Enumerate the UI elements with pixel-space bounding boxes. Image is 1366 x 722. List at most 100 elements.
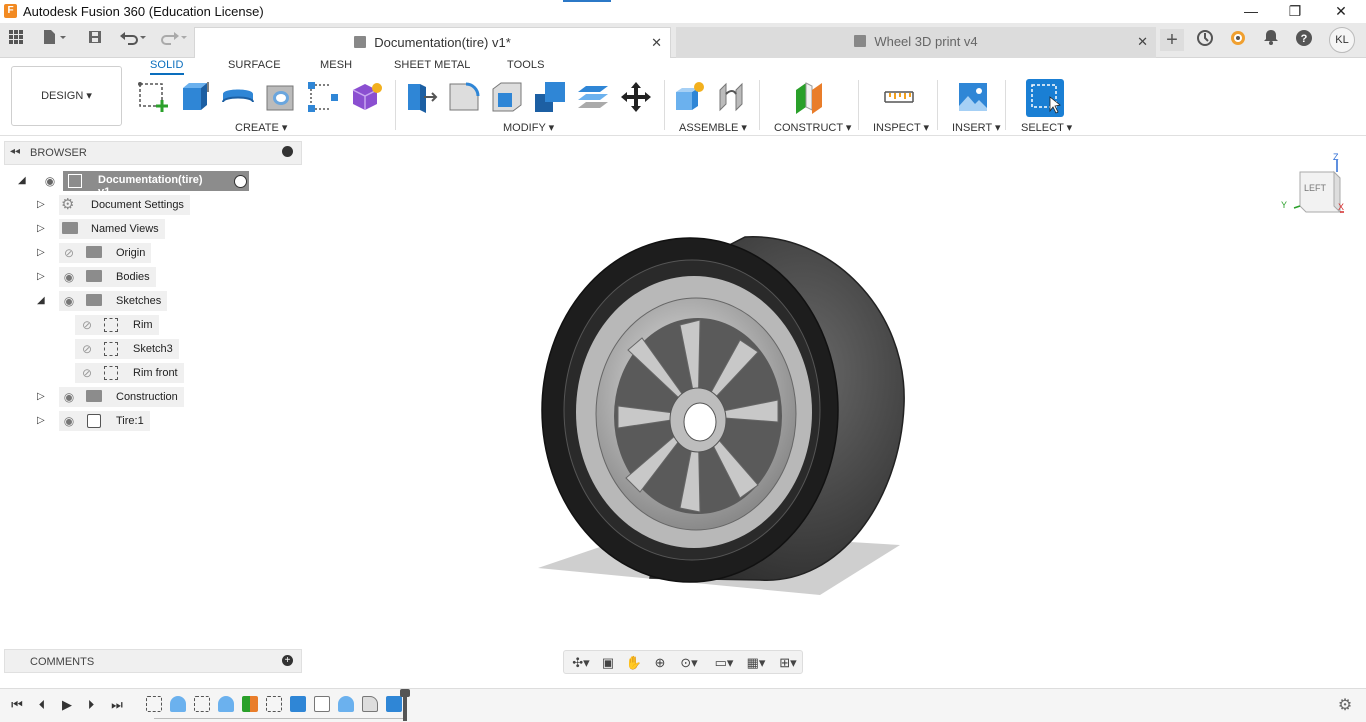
file-menu-icon[interactable] xyxy=(38,29,70,51)
visibility-eye-icon[interactable]: ◉ xyxy=(42,173,58,189)
tab-tools[interactable]: TOOLS xyxy=(507,59,545,71)
expand-triangle-icon[interactable]: ▷ xyxy=(37,195,51,215)
collapse-triangle-icon[interactable]: ◢ xyxy=(37,291,51,311)
insert-image-icon[interactable] xyxy=(956,80,990,114)
timeline-extrude-feature[interactable] xyxy=(290,696,306,712)
visibility-eye-icon[interactable]: ◉ xyxy=(61,413,77,429)
app-grid-icon[interactable] xyxy=(5,29,27,51)
minimize-button[interactable]: — xyxy=(1228,0,1274,23)
combine-icon[interactable] xyxy=(533,80,567,114)
tab-mesh[interactable]: MESH xyxy=(320,59,352,71)
close-tab-icon[interactable]: ✕ xyxy=(1137,27,1148,57)
timeline-plane-feature[interactable] xyxy=(242,696,258,712)
timeline-revolve-feature[interactable] xyxy=(218,696,234,712)
timeline-sketch-feature[interactable] xyxy=(146,696,162,712)
viewports-icon[interactable]: ⊞▾ xyxy=(774,654,802,672)
timeline-settings-gear-icon[interactable]: ⚙ xyxy=(1336,697,1354,715)
workspace-switcher[interactable]: DESIGN ▾ xyxy=(11,66,122,126)
timeline-marker-handle[interactable] xyxy=(400,689,410,697)
grid-settings-icon[interactable]: ▦▾ xyxy=(742,654,770,672)
notifications-bell-icon[interactable] xyxy=(1260,29,1282,51)
new-component-icon[interactable] xyxy=(673,80,707,114)
new-tab-button[interactable]: + xyxy=(1160,29,1184,51)
browser-item-construction[interactable]: ▷ Construction ◉ xyxy=(37,387,237,409)
timeline-extrude-feature[interactable] xyxy=(386,696,402,712)
select-tool-icon[interactable] xyxy=(1026,79,1064,117)
viewcube-face-label[interactable]: LEFT xyxy=(1304,183,1326,193)
shell-icon[interactable] xyxy=(490,80,524,114)
modify-group-label[interactable]: MODIFY ▾ xyxy=(503,121,554,134)
viewcube[interactable]: LEFT Z Y X xyxy=(1281,152,1344,214)
browser-header[interactable]: ◂◂ BROWSER xyxy=(4,141,302,165)
collapse-triangle-icon[interactable]: ◢ xyxy=(18,171,32,191)
press-pull-icon[interactable] xyxy=(404,80,438,114)
hidden-eye-icon[interactable]: ⊘ xyxy=(79,341,95,357)
hidden-eye-icon[interactable]: ⊘ xyxy=(79,365,95,381)
display-settings-icon[interactable]: ▭▾ xyxy=(710,654,738,672)
redo-icon[interactable] xyxy=(158,29,190,51)
measure-icon[interactable] xyxy=(882,80,916,114)
timeline-component-feature[interactable] xyxy=(314,696,330,712)
pattern-icon[interactable] xyxy=(306,80,340,114)
expand-triangle-icon[interactable]: ▷ xyxy=(37,267,51,287)
restore-button[interactable]: ❐ xyxy=(1272,0,1318,23)
close-tab-icon[interactable]: ✕ xyxy=(651,28,662,58)
timeline-sketch-feature[interactable] xyxy=(266,696,282,712)
tab-sheet-metal[interactable]: SHEET METAL xyxy=(394,59,471,71)
expand-triangle-icon[interactable]: ▷ xyxy=(37,411,51,431)
tab-wheel-3d-print[interactable]: Wheel 3D print v4 ✕ xyxy=(676,27,1156,58)
job-status-icon[interactable] xyxy=(1194,29,1216,51)
expand-triangle-icon[interactable]: ▷ xyxy=(37,243,51,263)
online-status-icon[interactable] xyxy=(1227,29,1249,51)
browser-item-sketches[interactable]: ◢ Sketches ◉ xyxy=(37,291,237,313)
insert-group-label[interactable]: INSERT ▾ xyxy=(952,121,1001,134)
timeline-sketch-feature[interactable] xyxy=(194,696,210,712)
expand-triangle-icon[interactable]: ▷ xyxy=(37,387,51,407)
play-icon[interactable]: ▶ xyxy=(58,696,76,714)
browser-item-document-settings[interactable]: ▷ Document Settings ⚙ xyxy=(37,195,237,217)
browser-item-origin[interactable]: ▷ Origin ⊘ xyxy=(37,243,237,265)
zoom-icon[interactable]: ⊕ xyxy=(651,654,669,672)
tab-surface[interactable]: SURFACE xyxy=(228,59,281,71)
comments-panel[interactable]: COMMENTS + xyxy=(4,649,302,673)
hole-icon[interactable] xyxy=(264,80,298,114)
visibility-eye-icon[interactable]: ◉ xyxy=(61,293,77,309)
offset-plane-icon[interactable] xyxy=(792,80,826,114)
pan-hand-icon[interactable]: ✋ xyxy=(625,654,643,672)
go-to-start-icon[interactable]: ⏮ xyxy=(8,696,26,714)
extrude-icon[interactable] xyxy=(178,80,212,114)
visibility-eye-icon[interactable]: ◉ xyxy=(61,389,77,405)
create-sketch-icon[interactable] xyxy=(136,80,170,114)
inspect-group-label[interactable]: INSPECT ▾ xyxy=(873,121,929,134)
add-comment-icon[interactable]: + xyxy=(282,655,293,666)
close-window-button[interactable]: ✕ xyxy=(1318,0,1364,23)
orbit-icon[interactable]: ✣▾ xyxy=(568,654,594,672)
tab-documentation-tire[interactable]: Documentation(tire) v1* ✕ xyxy=(194,27,671,58)
visibility-eye-icon[interactable]: ◉ xyxy=(61,269,77,285)
browser-minimize-icon[interactable] xyxy=(282,146,293,157)
user-avatar[interactable]: KL xyxy=(1329,27,1355,53)
revolve-icon[interactable] xyxy=(221,80,255,114)
timeline-revolve-feature[interactable] xyxy=(170,696,186,712)
construct-group-label[interactable]: CONSTRUCT ▾ xyxy=(774,121,851,134)
collapse-panel-icon[interactable]: ◂◂ xyxy=(10,146,20,157)
select-group-label[interactable]: SELECT ▾ xyxy=(1021,121,1072,134)
browser-item-named-views[interactable]: ▷ Named Views xyxy=(37,219,237,241)
timeline-revolve-feature[interactable] xyxy=(338,696,354,712)
step-forward-icon[interactable]: ⏵ xyxy=(82,696,100,714)
undo-icon[interactable] xyxy=(117,29,149,51)
activate-radio-icon[interactable] xyxy=(234,175,247,188)
move-copy-icon[interactable] xyxy=(619,80,653,114)
canvas-viewport[interactable] xyxy=(500,200,960,620)
expand-triangle-icon[interactable]: ▷ xyxy=(37,219,51,239)
browser-item-sketch-rim[interactable]: Rim ⊘ xyxy=(75,315,195,337)
create-group-label[interactable]: CREATE ▾ xyxy=(235,121,287,134)
browser-item-tire-component[interactable]: ▷ Tire:1 ◉ xyxy=(37,411,237,433)
browser-item-sketch-rim-front[interactable]: Rim front ⊘ xyxy=(75,363,215,385)
browser-item-sketch3[interactable]: Sketch3 ⊘ xyxy=(75,339,195,361)
hidden-eye-icon[interactable]: ⊘ xyxy=(61,245,77,261)
browser-item-bodies[interactable]: ▷ Bodies ◉ xyxy=(37,267,237,289)
step-back-icon[interactable]: ⏴ xyxy=(33,696,51,714)
look-at-icon[interactable]: ▣ xyxy=(599,654,617,672)
timeline-fillet-feature[interactable] xyxy=(362,696,378,712)
